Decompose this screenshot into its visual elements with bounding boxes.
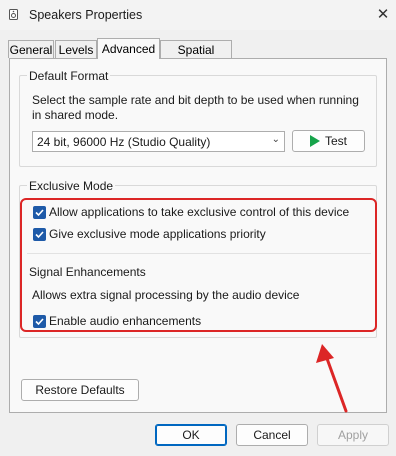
allow-exclusive-checkbox[interactable]: [33, 206, 46, 219]
divider: [27, 253, 371, 254]
exclusive-mode-title: Exclusive Mode: [27, 179, 116, 193]
chevron-down-icon: ⌄: [271, 134, 280, 145]
exclusive-priority-checkbox[interactable]: [33, 228, 46, 241]
restore-defaults-button[interactable]: Restore Defaults: [21, 379, 139, 401]
exclusive-priority-label[interactable]: Give exclusive mode applications priorit…: [49, 227, 266, 242]
ok-button[interactable]: OK: [155, 424, 227, 446]
tab-spatial-sound[interactable]: Spatial sound: [160, 40, 232, 75]
cancel-button[interactable]: Cancel: [236, 424, 308, 446]
enable-enhancements-label[interactable]: Enable audio enhancements: [49, 314, 201, 329]
checkmark-icon: [35, 209, 44, 217]
default-format-title: Default Format: [27, 69, 111, 83]
speaker-app-icon: [9, 9, 18, 20]
tab-advanced[interactable]: Advanced: [97, 38, 160, 59]
enable-enhancements-checkbox[interactable]: [33, 315, 46, 328]
allow-exclusive-label[interactable]: Allow applications to take exclusive con…: [49, 205, 349, 220]
apply-button[interactable]: Apply: [317, 424, 389, 446]
tab-levels[interactable]: Levels: [55, 40, 97, 58]
format-select-value: 24 bit, 96000 Hz (Studio Quality): [37, 135, 211, 149]
arrow-annotation-icon: [316, 344, 348, 413]
checkmark-icon: [35, 318, 44, 326]
tab-general[interactable]: General: [8, 40, 54, 58]
close-icon[interactable]: ✕: [370, 3, 396, 27]
signal-enhancements-title: Signal Enhancements: [29, 265, 146, 279]
default-format-description-line2: in shared mode.: [32, 108, 119, 122]
format-select[interactable]: 24 bit, 96000 Hz (Studio Quality) ⌄: [32, 131, 285, 152]
title-bar: Speakers Properties ✕: [0, 0, 396, 30]
play-icon: [309, 135, 320, 147]
default-format-description-line1: Select the sample rate and bit depth to …: [32, 93, 359, 107]
test-button[interactable]: Test: [292, 130, 365, 152]
window-title: Speakers Properties: [29, 8, 143, 22]
checkmark-icon: [35, 231, 44, 239]
signal-enhancements-description: Allows extra signal processing by the au…: [32, 288, 300, 302]
test-button-label: Test: [324, 134, 347, 148]
